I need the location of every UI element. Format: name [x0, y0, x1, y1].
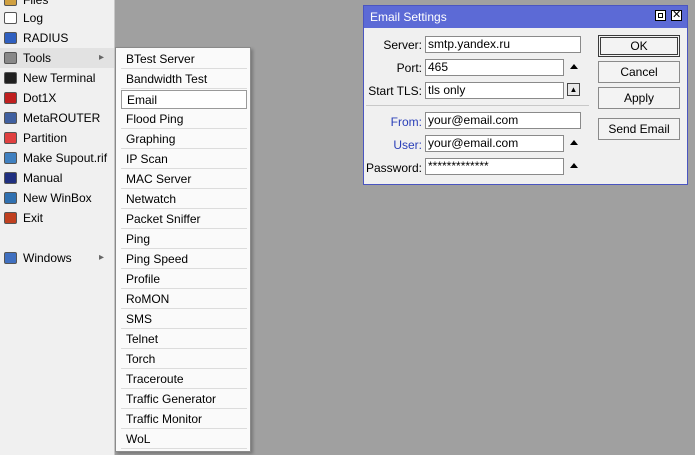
port-collapse-arrow-icon[interactable] [570, 64, 578, 69]
sidebar-item-label: Dot1X [23, 91, 57, 105]
menu-item-btest-server[interactable]: BTest Server [121, 50, 247, 69]
restore-icon[interactable] [655, 10, 666, 21]
separator [366, 105, 589, 106]
menu-item-wol[interactable]: WoL [121, 430, 247, 449]
sidebar-item-metarouter[interactable]: MetaROUTER [0, 108, 114, 128]
server-input[interactable]: smtp.yandex.ru [425, 36, 581, 53]
menu-item-traffic-monitor[interactable]: Traffic Monitor [121, 410, 247, 429]
ok-button[interactable]: OK [598, 35, 680, 57]
sidebar-item-label: Windows [23, 251, 72, 265]
menu-item-packet-sniffer[interactable]: Packet Sniffer [121, 210, 247, 229]
sidebar-item-radius[interactable]: RADIUS [0, 28, 114, 48]
tools-submenu: BTest Server Bandwidth Test Email Flood Pin… [115, 47, 251, 452]
menu-item-traffic-generator[interactable]: Traffic Generator [121, 390, 247, 409]
apply-button[interactable]: Apply [598, 87, 680, 109]
exit-icon [4, 212, 17, 224]
start-tls-label: Start TLS: [368, 84, 422, 98]
menu-item-sms[interactable]: SMS [121, 310, 247, 329]
menu-item-bandwidth-test[interactable]: Bandwidth Test [121, 70, 247, 89]
from-label: From: [390, 115, 422, 129]
sidebar-item-label: Make Supout.rif [23, 151, 108, 165]
sidebar-item-label: Partition [23, 131, 68, 145]
partition-icon [4, 132, 17, 144]
sidebar-item-new-winbox[interactable]: New WinBox [0, 188, 114, 208]
sidebar-item-partition[interactable]: Partition [0, 128, 114, 148]
main-menu-sidebar: Files Log RADIUS Tools ▸ New Terminal Dot1X Met… [0, 0, 115, 455]
menu-item-email[interactable]: Email [121, 90, 247, 109]
start-tls-select[interactable]: tls only [425, 82, 564, 99]
menu-item-telnet[interactable]: Telnet [121, 330, 247, 349]
sidebar-item-label: MetaROUTER [23, 111, 101, 125]
from-input[interactable]: your@email.com [425, 112, 581, 129]
cancel-button[interactable]: Cancel [598, 61, 680, 83]
sidebar-item-label: New Terminal [23, 71, 96, 85]
tools-icon [4, 52, 17, 64]
log-icon [4, 12, 17, 24]
submenu-arrow-icon: ▸ [99, 252, 105, 263]
server-label: Server: [383, 38, 422, 52]
sidebar-item-windows[interactable]: Windows ▸ [0, 248, 114, 268]
menu-item-romon[interactable]: RoMON [121, 290, 247, 309]
user-collapse-arrow-icon[interactable] [570, 140, 578, 145]
users-icon [4, 32, 17, 44]
sidebar-item-log[interactable]: Log [0, 8, 114, 28]
user-input[interactable]: your@email.com [425, 135, 564, 152]
sidebar-item-label: Log [23, 11, 44, 25]
menu-item-netwatch[interactable]: Netwatch [121, 190, 247, 209]
sidebar-item-label: RADIUS [23, 31, 69, 45]
start-tls-dropdown-icon[interactable]: ▲ [567, 83, 580, 96]
sidebar-item-dot1x[interactable]: Dot1X [0, 88, 114, 108]
folder-icon [4, 0, 17, 6]
port-input[interactable]: 465 [425, 59, 564, 76]
menu-item-flood-ping[interactable]: Flood Ping [121, 110, 247, 129]
sidebar-item-label: Tools [23, 51, 52, 65]
sidebar-item-new-terminal[interactable]: New Terminal [0, 68, 114, 88]
sidebar-item-manual[interactable]: Manual [0, 168, 114, 188]
sidebar-item-label: Manual [23, 171, 63, 185]
metarouter-icon [4, 112, 17, 124]
menu-item-torch[interactable]: Torch [121, 350, 247, 369]
manual-icon [4, 172, 17, 184]
menu-item-ping-speed[interactable]: Ping Speed [121, 250, 247, 269]
menu-item-traceroute[interactable]: Traceroute [121, 370, 247, 389]
sidebar-item-exit[interactable]: Exit [0, 208, 114, 228]
password-input[interactable]: ************* [425, 158, 564, 175]
submenu-arrow-icon: ▸ [99, 52, 105, 63]
email-settings-window: Email Settings ✕ Server: smtp.yandex.ru … [363, 5, 688, 185]
menu-item-profile[interactable]: Profile [121, 270, 247, 289]
terminal-icon [4, 72, 17, 84]
send-email-button[interactable]: Send Email [598, 118, 680, 140]
password-collapse-arrow-icon[interactable] [570, 163, 578, 168]
sidebar-item-tools[interactable]: Tools ▸ [0, 48, 114, 68]
supout-icon [4, 152, 17, 164]
sidebar-item-label: Exit [23, 211, 44, 225]
windows-icon [4, 252, 17, 264]
winbox-icon [4, 192, 17, 204]
user-label: User: [393, 138, 422, 152]
window-title: Email Settings [370, 10, 447, 24]
port-label: Port: [396, 61, 422, 75]
password-label: Password: [365, 161, 422, 175]
window-title-bar[interactable]: Email Settings ✕ [364, 6, 687, 28]
menu-item-ping[interactable]: Ping [121, 230, 247, 249]
menu-item-mac-server[interactable]: MAC Server [121, 170, 247, 189]
sidebar-item-make-supout-rif[interactable]: Make Supout.rif [0, 148, 114, 168]
sidebar-item-label: New WinBox [23, 191, 92, 205]
menu-item-ip-scan[interactable]: IP Scan [121, 150, 247, 169]
start-tls-value: tls only [428, 83, 466, 97]
menu-item-graphing[interactable]: Graphing [121, 130, 247, 149]
close-icon[interactable]: ✕ [671, 9, 682, 21]
dot1x-icon [4, 92, 17, 104]
